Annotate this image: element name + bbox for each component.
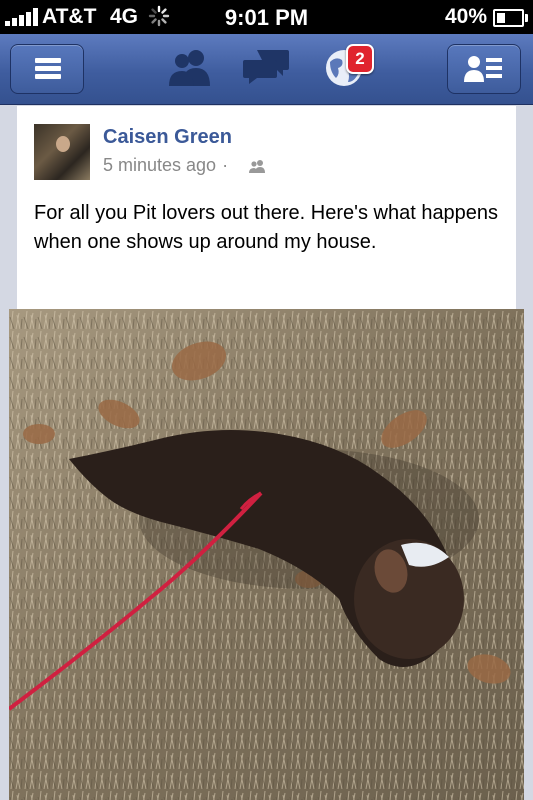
facebook-nav-bar: 2 [0,34,533,105]
post-message: For all you Pit lovers out there. Here's… [34,202,499,253]
friends-list-button[interactable] [447,44,521,94]
status-bar: AT&T 4G 9:01 PM 40% [0,0,533,34]
meta-separator: · [222,155,229,175]
messages-icon[interactable] [243,46,291,88]
post-author[interactable]: Caisen Green [103,126,232,149]
battery-percentage: 40% [444,5,487,28]
avatar[interactable] [34,124,90,180]
battery-icon [493,9,528,27]
friends-list-icon [464,56,502,82]
post-photo[interactable] [9,309,524,800]
post-meta: 5 minutes ago · [103,155,234,176]
post-timestamp[interactable]: 5 minutes ago [103,155,216,175]
friend-requests-icon[interactable] [166,46,214,88]
notification-badge: 2 [346,44,374,74]
photo-content [9,309,524,800]
post-card: Caisen Green 5 minutes ago · For all you … [17,106,516,311]
menu-icon [35,58,61,63]
menu-button[interactable] [10,44,84,94]
friends-icon [249,160,265,173]
